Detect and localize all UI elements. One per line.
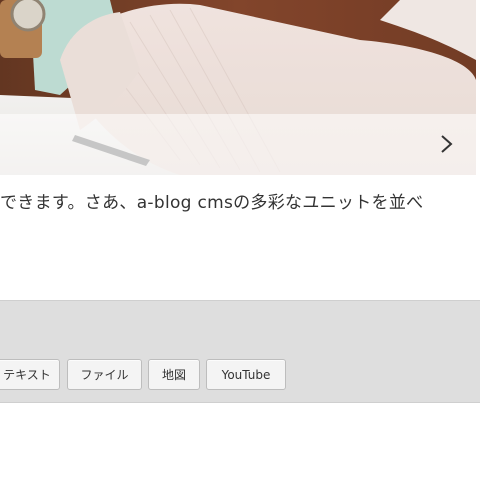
add-map-unit-button[interactable]: 地図	[148, 359, 200, 390]
slider-next-button[interactable]	[432, 126, 462, 162]
hero-slider	[0, 0, 476, 175]
add-file-unit-button[interactable]: ファイル	[67, 359, 142, 390]
chevron-right-icon	[440, 133, 454, 155]
page: できます。さあ、a-blog cmsの多彩なユニットを並べ テキスト ファイル …	[0, 0, 480, 480]
add-youtube-unit-button[interactable]: YouTube	[206, 359, 286, 390]
add-text-unit-button[interactable]: テキスト	[0, 359, 60, 390]
unit-toolbar: テキスト ファイル 地図 YouTube	[0, 300, 480, 403]
body-text: できます。さあ、a-blog cmsの多彩なユニットを並べ	[0, 193, 424, 213]
hero-caption-band	[0, 114, 476, 175]
